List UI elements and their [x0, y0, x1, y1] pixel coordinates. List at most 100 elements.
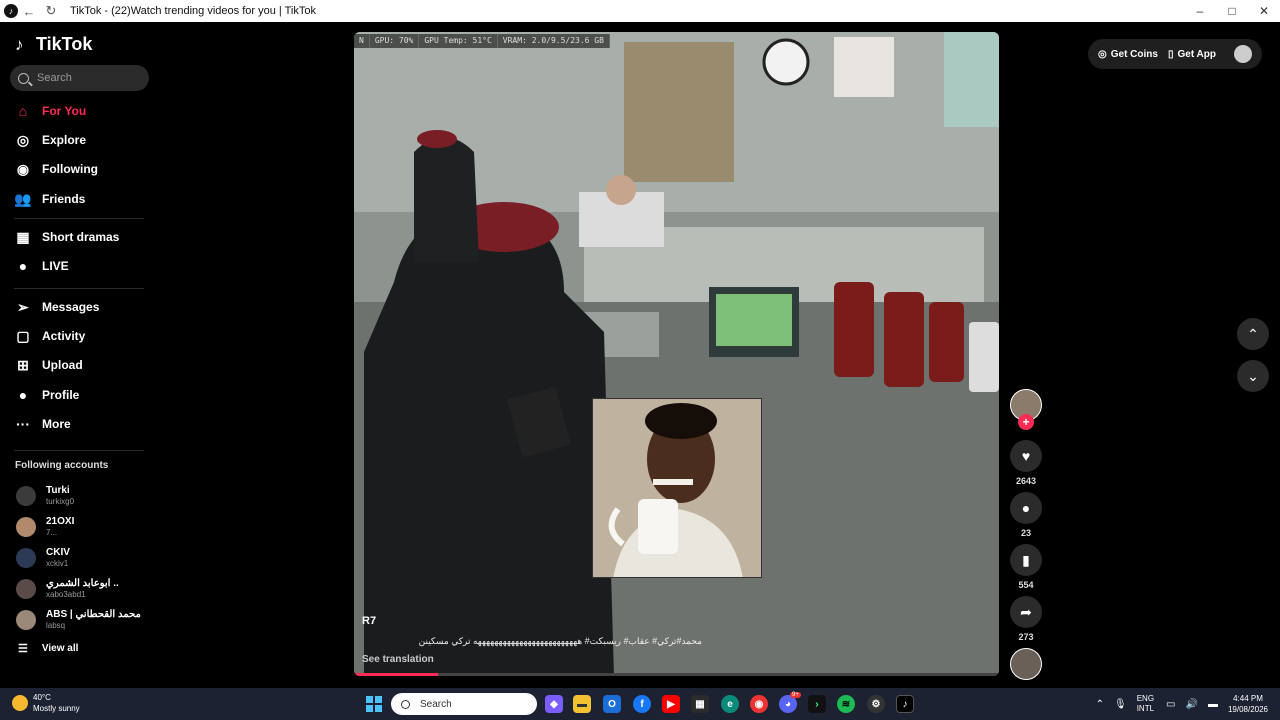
microphone-icon[interactable]: 🎙	[1114, 699, 1127, 710]
comment-icon: ●	[1021, 500, 1031, 516]
clock[interactable]: 4:44 PM 19/08/2026	[1228, 693, 1268, 715]
video-player[interactable]: N GPU: 70% GPU Temp: 51°C VRAM: 2.0/9.5/…	[354, 32, 999, 676]
friends-icon: 👥	[14, 190, 32, 207]
volume-icon[interactable]: 🔊	[1186, 699, 1198, 710]
sidebar-item-for-you[interactable]: ⌂ For You	[12, 98, 147, 124]
network-icon[interactable]: ▭	[1166, 699, 1175, 710]
save-button[interactable]: ▮	[1010, 544, 1042, 576]
hud-item: N	[354, 34, 370, 48]
sidebar-item-upload[interactable]: ⊞ Upload	[12, 352, 147, 378]
store-icon[interactable]: ▦	[691, 695, 709, 713]
battery-icon[interactable]: ▬	[1208, 699, 1218, 710]
sidebar: ♪ TikTok Search ⌂ For You ◎ Explore ◉ Followi…	[0, 22, 160, 688]
more-icon: ···	[16, 416, 30, 432]
list-icon: ☰	[18, 643, 28, 655]
weather-widget[interactable]: 40°C Mostly sunny	[12, 692, 80, 714]
following-account[interactable]: 21OXI 7...	[16, 514, 156, 540]
share-button[interactable]: ➦	[1010, 596, 1042, 628]
top-actions: ◎ Get Coins ▯ Get App	[1088, 39, 1262, 69]
sidebar-item-short-dramas[interactable]: ▦ Short dramas	[12, 224, 147, 250]
sidebar-item-label: For You	[42, 104, 87, 118]
get-app-button[interactable]: ▯ Get App	[1168, 49, 1216, 60]
system-tray: ⌃ 🎙 ENG INTL ▭ 🔊 ▬ 4:44 PM 19/08/2026	[1096, 688, 1280, 720]
video-progress-fill	[354, 673, 438, 676]
reaction-inset-image	[592, 398, 762, 578]
window-controls: – □ ✕	[1184, 0, 1280, 22]
view-all-button[interactable]: ☰ View all	[18, 642, 78, 655]
sidebar-item-profile[interactable]: ● Profile	[12, 382, 147, 408]
sidebar-item-more[interactable]: ··· More	[12, 411, 147, 437]
taskbar-search-placeholder: Search	[420, 698, 452, 710]
avatar	[16, 548, 36, 568]
back-icon[interactable]: ←	[18, 4, 40, 19]
video-author[interactable]: R7	[362, 615, 376, 627]
sound-disc-avatar[interactable]	[1010, 648, 1042, 680]
search-input[interactable]: Search	[10, 65, 149, 91]
tiktok-logo[interactable]: ♪ TikTok	[15, 34, 92, 55]
chevron-up-icon[interactable]: ⌃	[1096, 699, 1104, 710]
account-name: ابوعابد الشمري ..	[46, 578, 119, 589]
video-progress-bar[interactable]	[354, 673, 999, 676]
account-handle: turkixg0	[46, 497, 75, 506]
account-name: 21OXI	[46, 516, 75, 527]
action-rail: + ♥ 2643 ● 23 ▮ 554 ➦ 273	[1008, 22, 1044, 688]
close-button[interactable]: ✕	[1248, 0, 1280, 22]
language-indicator[interactable]: ENG INTL	[1137, 694, 1154, 714]
sidebar-divider	[14, 288, 144, 289]
sidebar-item-explore[interactable]: ◎ Explore	[12, 127, 147, 153]
tiktok-app-icon[interactable]: ♪	[896, 695, 914, 713]
youtube-icon[interactable]: ▶	[662, 695, 680, 713]
follow-button[interactable]: +	[1018, 414, 1034, 430]
chrome-icon[interactable]: ◉	[750, 695, 768, 713]
share-icon: ➦	[1020, 603, 1032, 620]
discord-badge: 9+	[790, 692, 801, 698]
steam-icon[interactable]: ⚙	[867, 695, 885, 713]
live-icon: ●	[18, 258, 28, 274]
start-button[interactable]	[366, 696, 382, 712]
facebook-icon[interactable]: f	[633, 695, 651, 713]
file-explorer-icon[interactable]: ▬	[573, 695, 591, 713]
comment-count: 23	[1020, 528, 1031, 538]
refresh-icon[interactable]: ↻	[40, 3, 62, 19]
sidebar-item-activity[interactable]: ▢ Activity	[12, 323, 147, 349]
heart-icon: ♥	[1021, 448, 1031, 464]
sidebar-item-following[interactable]: ◉ Following	[12, 156, 147, 182]
taskbar-search[interactable]: Search	[391, 693, 537, 715]
account-name: CKIV	[46, 547, 70, 558]
get-coins-button[interactable]: ◎ Get Coins	[1098, 49, 1158, 60]
sidebar-item-live[interactable]: ● LIVE	[12, 253, 147, 279]
like-button[interactable]: ♥	[1010, 440, 1042, 472]
comment-button[interactable]: ●	[1010, 492, 1042, 524]
outlook-icon[interactable]: O	[603, 695, 621, 713]
temperature: 40°C	[33, 693, 51, 702]
terminal-icon[interactable]: ›	[808, 695, 826, 713]
following-account[interactable]: ABS | محمد القحطاني labsq	[16, 607, 156, 633]
coin-icon: ◎	[1098, 48, 1107, 60]
spotify-icon[interactable]: ≋	[837, 695, 855, 713]
user-avatar[interactable]	[1234, 45, 1252, 63]
time: 4:44 PM	[1233, 694, 1263, 703]
following-account[interactable]: Turki turkixg0	[16, 483, 156, 509]
maximize-button[interactable]: □	[1216, 0, 1248, 22]
following-account[interactable]: ابوعابد الشمري .. xabo3abd1	[16, 576, 156, 602]
sidebar-divider	[14, 218, 144, 219]
sidebar-item-label: Explore	[42, 133, 87, 147]
following-account[interactable]: CKIV xckiv1	[16, 545, 156, 571]
see-translation-link[interactable]: See translation	[362, 654, 434, 665]
profile-icon: ●	[18, 387, 28, 403]
sidebar-item-messages[interactable]: ➢ Messages	[12, 294, 147, 320]
copilot-icon[interactable]: ◆	[545, 695, 563, 713]
windows-taskbar: 40°C Mostly sunny Search ◆ ▬ O f ▶ ▦ e ◉…	[0, 688, 1280, 720]
tiktok-app: ♪ TikTok Search ⌂ For You ◎ Explore ◉ Followi…	[0, 22, 1280, 688]
previous-video-button[interactable]: ⌃	[1237, 318, 1269, 350]
hud-item: GPU Temp: 51°C	[419, 34, 498, 48]
edge-icon[interactable]: e	[721, 695, 739, 713]
next-video-button[interactable]: ⌄	[1237, 360, 1269, 392]
search-icon	[401, 699, 410, 709]
activity-icon: ▢	[16, 327, 30, 344]
minimize-button[interactable]: –	[1184, 0, 1216, 22]
sidebar-item-friends[interactable]: 👥 Friends	[12, 186, 147, 212]
avatar	[16, 579, 36, 599]
sidebar-item-label: Activity	[42, 329, 86, 343]
bookmark-icon: ▮	[1022, 551, 1030, 568]
